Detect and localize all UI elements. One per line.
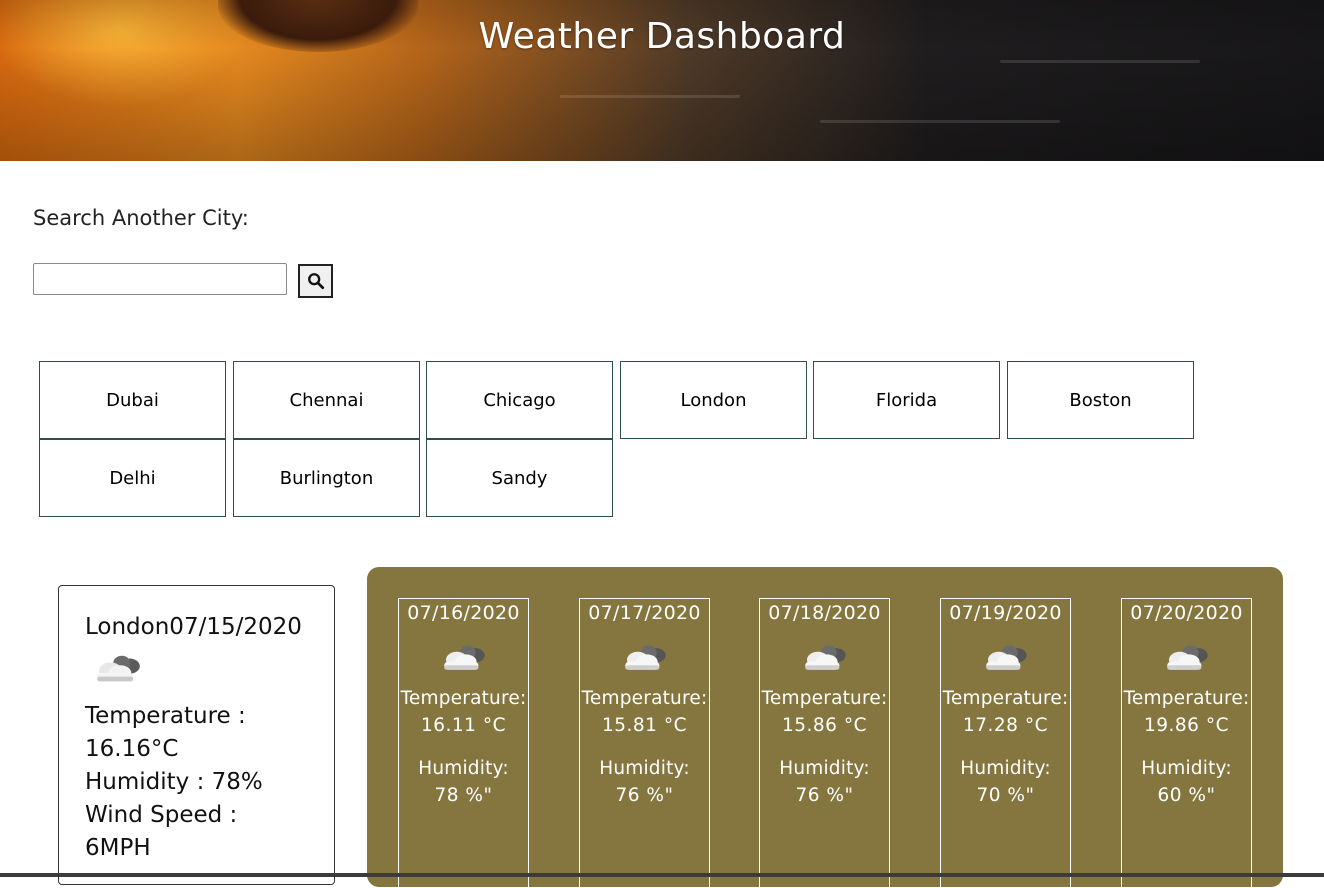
- cloud-icon: [1166, 645, 1208, 670]
- city-button-chicago[interactable]: Chicago: [426, 361, 613, 439]
- forecast-humidity: 76 %": [795, 785, 854, 806]
- forecast-card: 07/17/2020 Temperature: 15.81 °C Humidit…: [579, 598, 710, 888]
- banner-streak: [1000, 60, 1200, 63]
- banner-streak: [820, 120, 1060, 123]
- page-title: Weather Dashboard: [478, 16, 846, 57]
- current-temperature-value: 16.16°C: [85, 736, 179, 762]
- search-input[interactable]: [33, 263, 287, 295]
- search-button[interactable]: [298, 264, 333, 298]
- city-button-dubai[interactable]: Dubai: [39, 361, 226, 439]
- forecast-humidity-label: Humidity:: [779, 758, 870, 779]
- forecast-humidity-label: Humidity:: [599, 758, 690, 779]
- forecast-temp: 19.86 °C: [1143, 715, 1229, 736]
- forecast-date: 07/19/2020: [949, 602, 1062, 624]
- forecast-humidity-label: Humidity:: [418, 758, 509, 779]
- forecast-card: 07/16/2020 Temperature: 16.11 °C Humidit…: [398, 598, 529, 888]
- forecast-humidity-label: Humidity:: [1141, 758, 1232, 779]
- window-bottom-edge: [0, 873, 1324, 877]
- city-button-sandy[interactable]: Sandy: [426, 439, 613, 517]
- current-wind-label: Wind Speed :: [85, 802, 238, 828]
- forecast-date: 07/18/2020: [768, 602, 881, 624]
- current-city-date: London07/15/2020: [85, 614, 302, 640]
- cloud-icon: [97, 655, 140, 682]
- forecast-card: 07/18/2020 Temperature: 15.86 °C Humidit…: [759, 598, 890, 888]
- forecast-card: 07/19/2020 Temperature: 17.28 °C Humidit…: [940, 598, 1071, 888]
- city-button-london[interactable]: London: [620, 361, 807, 439]
- forecast-temp: 16.11 °C: [420, 715, 506, 736]
- forecast-temp: 15.86 °C: [781, 715, 867, 736]
- cloud-icon: [624, 645, 666, 670]
- search-label: Search Another City:: [33, 206, 249, 230]
- cloud-icon: [985, 645, 1027, 670]
- city-button-chennai[interactable]: Chennai: [233, 361, 420, 439]
- current-wind-value: 6MPH: [85, 835, 151, 861]
- forecast-date: 07/17/2020: [588, 602, 701, 624]
- cloud-icon: [443, 645, 485, 670]
- forecast-temp: 17.28 °C: [962, 715, 1048, 736]
- banner-streak: [560, 95, 740, 98]
- city-button-florida[interactable]: Florida: [813, 361, 1000, 439]
- cloud-icon: [804, 645, 846, 670]
- forecast-temp-label: Temperature:: [400, 688, 527, 709]
- forecast-date: 07/20/2020: [1130, 602, 1243, 624]
- forecast-temp-label: Temperature:: [1123, 688, 1250, 709]
- forecast-humidity: 78 %": [434, 785, 493, 806]
- forecast-temp: 15.81 °C: [601, 715, 687, 736]
- city-button-burlington[interactable]: Burlington: [233, 439, 420, 517]
- search-icon: [307, 273, 324, 290]
- city-button-boston[interactable]: Boston: [1007, 361, 1194, 439]
- current-weather-card: London07/15/2020 Temperature : 16.16°C H…: [58, 585, 335, 885]
- forecast-temp-label: Temperature:: [942, 688, 1069, 709]
- current-temperature-label: Temperature :: [85, 703, 246, 729]
- forecast-humidity: 70 %": [976, 785, 1035, 806]
- current-humidity: Humidity : 78%: [85, 769, 263, 795]
- forecast-card: 07/20/2020 Temperature: 19.86 °C Humidit…: [1121, 598, 1252, 888]
- forecast-humidity-label: Humidity:: [960, 758, 1051, 779]
- forecast-humidity: 76 %": [615, 785, 674, 806]
- forecast-temp-label: Temperature:: [581, 688, 708, 709]
- forecast-temp-label: Temperature:: [761, 688, 888, 709]
- forecast-humidity: 60 %": [1157, 785, 1216, 806]
- city-button-delhi[interactable]: Delhi: [39, 439, 226, 517]
- forecast-date: 07/16/2020: [407, 602, 520, 624]
- header-banner: Weather Dashboard: [0, 0, 1324, 161]
